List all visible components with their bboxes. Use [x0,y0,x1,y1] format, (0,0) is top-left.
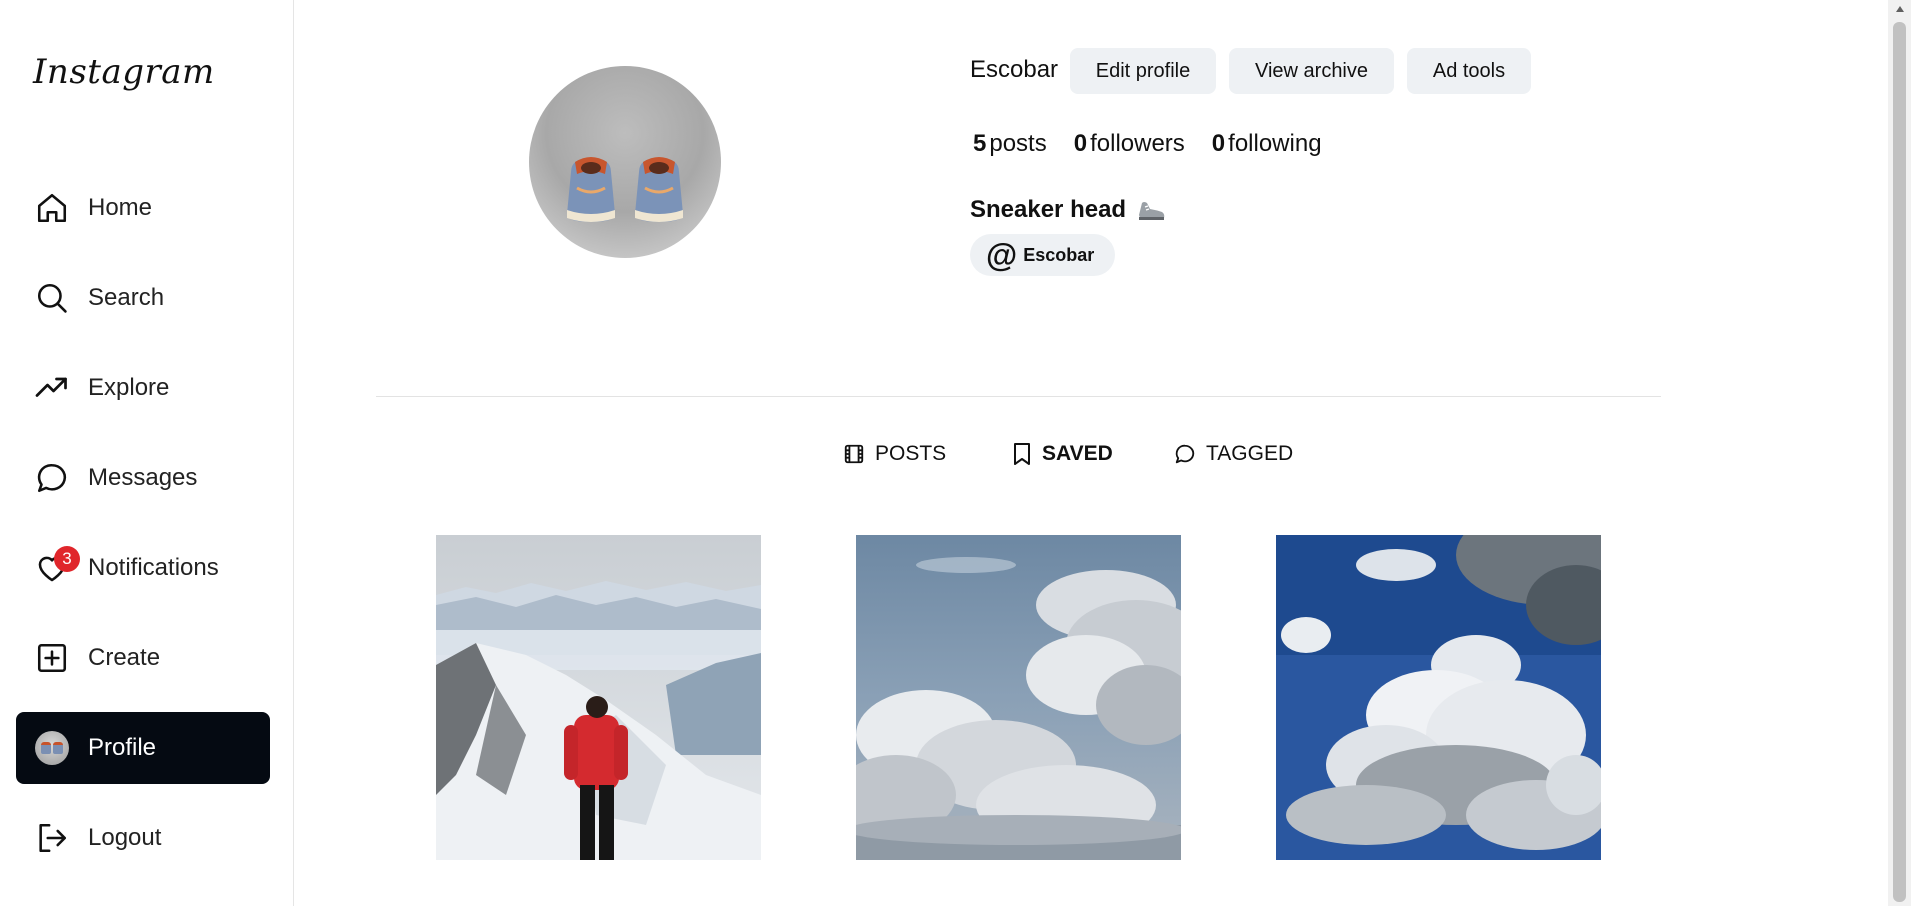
threads-badge[interactable]: @ Escobar [970,234,1115,276]
sidebar-item-messages[interactable]: Messages [16,442,270,514]
tab-label: SAVED [1042,442,1113,465]
bio-text: Sneaker head [970,196,1127,223]
sidebar-item-label: Logout [88,824,162,851]
tab-saved[interactable]: SAVED [1012,442,1113,466]
scroll-up-arrow-icon[interactable] [1888,0,1911,18]
tab-label: TAGGED [1206,442,1294,465]
view-archive-button[interactable]: View archive [1229,48,1394,94]
following-label: following [1228,130,1322,157]
scroll-thumb[interactable] [1893,22,1906,902]
edit-profile-button[interactable]: Edit profile [1070,48,1216,94]
followers-count: 0 [1073,130,1088,157]
home-icon [34,190,70,226]
post-thumbnail[interactable] [1276,535,1601,860]
sidebar-item-label: Search [88,284,165,311]
sidebar-item-label: Profile [88,734,157,761]
profile-stats: 5 posts 0 followers 0 following [973,130,1349,158]
posts-count: 5 [973,130,987,157]
sidebar-item-label: Explore [88,374,170,401]
tab-posts[interactable]: POSTS [843,442,946,466]
post-thumbnail[interactable] [436,535,761,860]
following-stat[interactable]: 0 following [1212,130,1322,158]
post-image [856,535,1181,860]
sidebar-item-label: Home [88,194,153,221]
logout-icon [34,820,70,856]
notification-badge: 3 [54,546,80,572]
followers-stat[interactable]: 0 followers [1074,130,1185,158]
scrollbar[interactable] [1888,0,1911,906]
profile-bio: Sneaker head [970,196,1166,224]
sneaker-emoji-icon [1139,202,1165,220]
sidebar-item-create[interactable]: Create [16,622,270,694]
tab-label: POSTS [875,442,947,465]
message-icon [1174,443,1196,465]
trending-icon [34,370,70,406]
sidebar-item-explore[interactable]: Explore [16,352,270,424]
posts-label: posts [989,130,1047,157]
posts-stat[interactable]: 5 posts [973,130,1047,158]
sidebar-item-label: Notifications [88,554,219,581]
plus-square-icon [34,640,70,676]
sidebar-item-profile[interactable]: Profile [16,712,270,784]
search-icon [34,280,70,316]
followers-label: followers [1090,130,1185,157]
instagram-logo[interactable]: Instagram [33,52,215,92]
following-count: 0 [1211,130,1226,157]
threads-username: Escobar [1023,244,1095,265]
sidebar-item-label: Messages [88,464,198,491]
sidebar-item-home[interactable]: Home [16,172,270,244]
message-icon [34,460,70,496]
post-image [436,535,761,860]
sidebar-item-label: Create [88,644,161,671]
tab-tagged[interactable]: TAGGED [1174,442,1293,466]
sidebar-item-notifications[interactable]: 3 Notifications [16,532,270,604]
film-icon [843,443,865,465]
sneaker-image [567,157,615,222]
ad-tools-button[interactable]: Ad tools [1407,48,1531,94]
sidebar-item-logout[interactable]: Logout [16,802,270,874]
post-image [1276,535,1601,860]
threads-icon: @ [986,237,1018,273]
profile-username: Escobar [970,56,1059,83]
profile-avatar[interactable] [529,66,721,258]
avatar [34,730,70,766]
sneaker-image [635,157,683,222]
bookmark-icon [1012,442,1032,466]
sidebar: Instagram Home Search Explore Messages 3… [0,0,294,906]
divider [376,396,1661,397]
post-thumbnail[interactable] [856,535,1181,860]
sidebar-item-search[interactable]: Search [16,262,270,334]
heart-icon: 3 [34,546,80,586]
